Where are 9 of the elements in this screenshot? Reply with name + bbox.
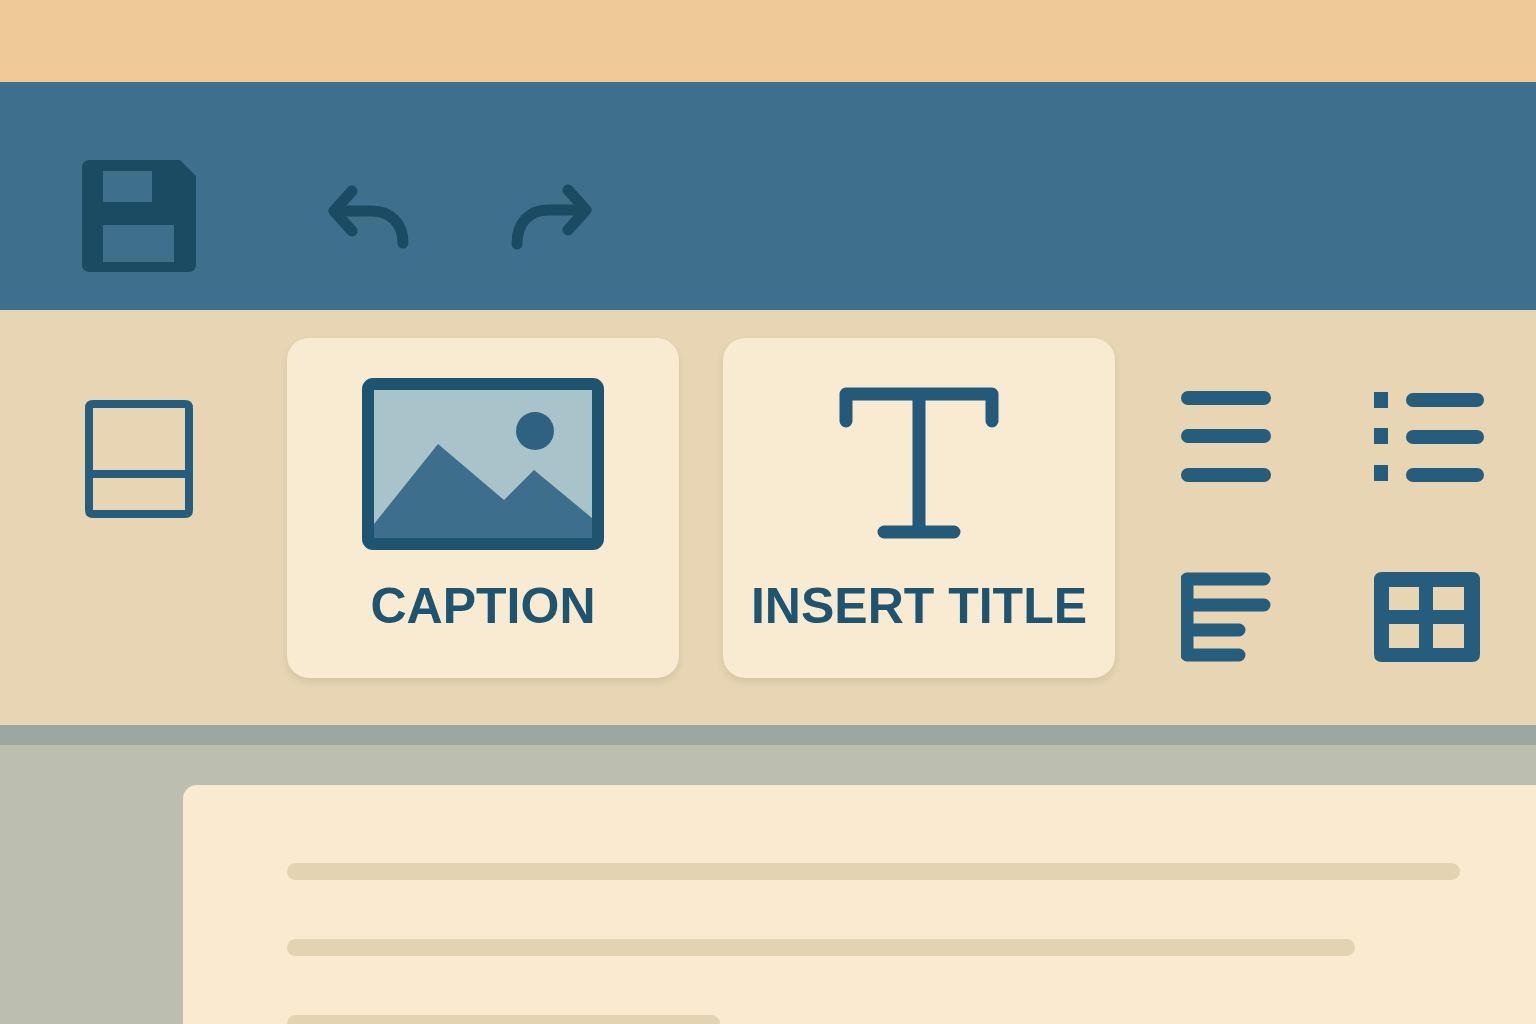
align-justify-icon[interactable] [1181, 390, 1271, 484]
bulleted-list-icon[interactable] [1374, 390, 1484, 484]
table-icon[interactable] [1374, 572, 1480, 662]
layout-icon[interactable] [85, 400, 193, 518]
letter-t-icon [839, 387, 999, 541]
insert-title-button[interactable]: INSERT TITLE [723, 338, 1115, 678]
align-left-icon[interactable] [1181, 572, 1271, 662]
image-caption-button[interactable]: CAPTION [287, 338, 679, 678]
picture-icon [362, 378, 604, 550]
